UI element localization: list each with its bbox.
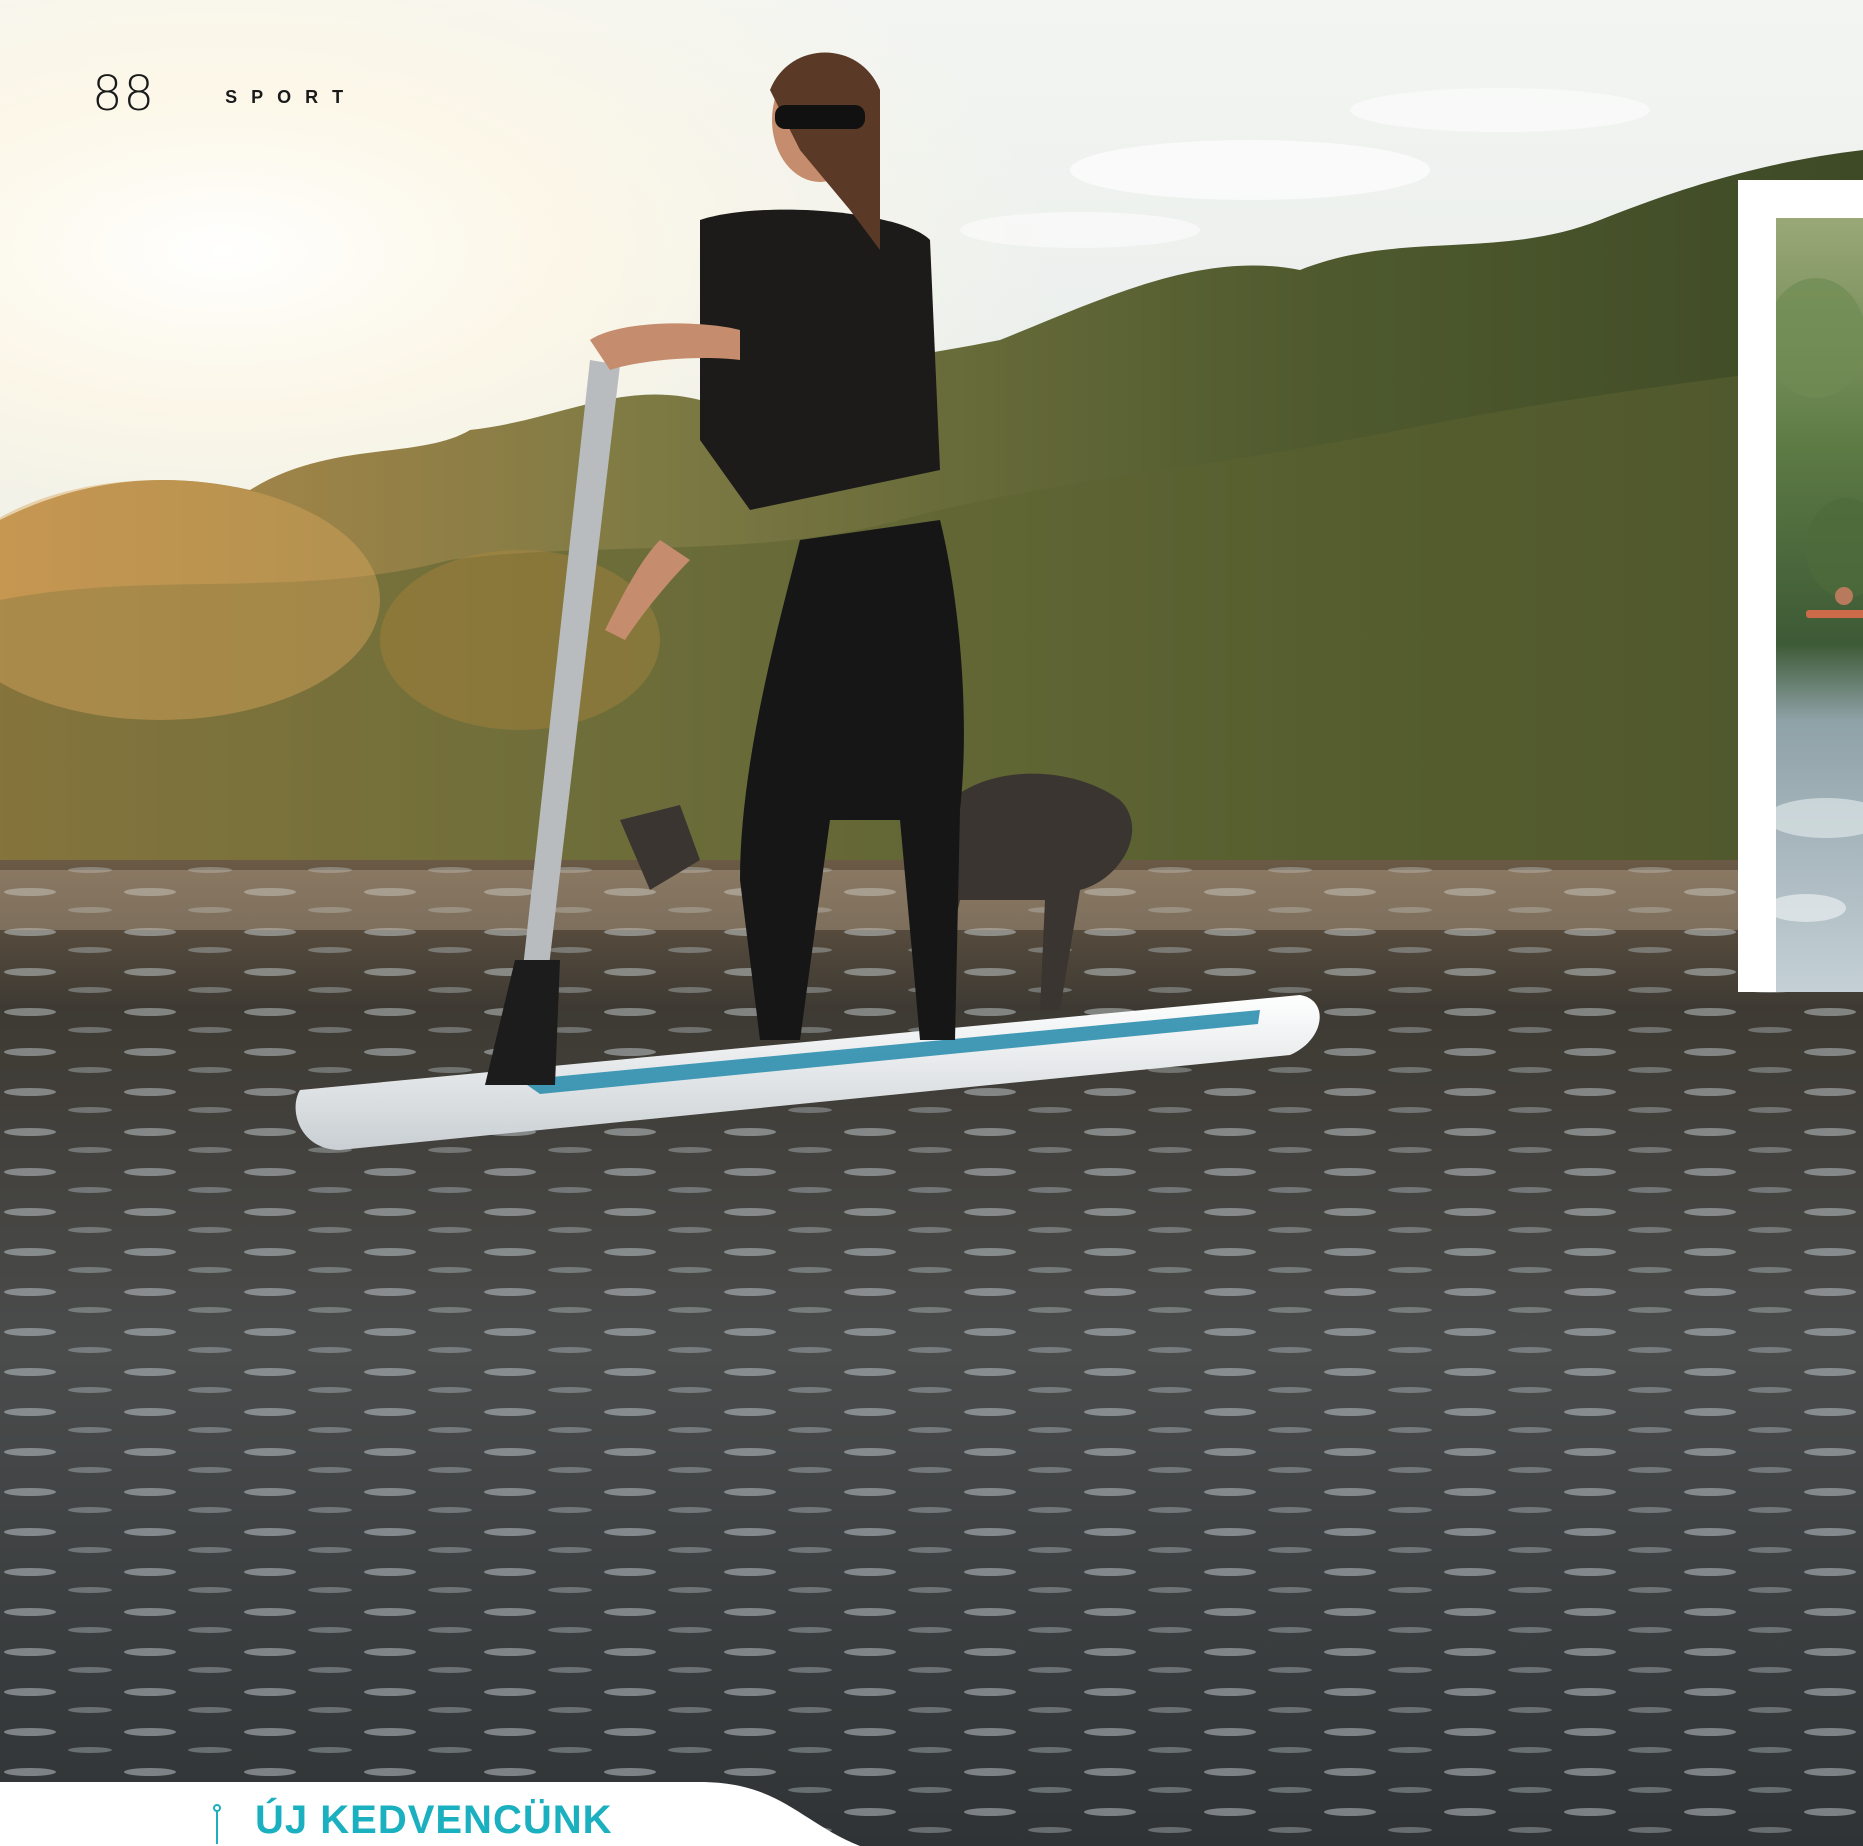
magazine-page: 88 SPORT ÚJ KEDVENCÜNK [0,0,1863,1846]
section-label: SPORT [225,87,358,107]
inset-river-photo [1776,218,1863,992]
tab-title: ÚJ KEDVENCÜNK [255,1798,613,1842]
section-tab: ÚJ KEDVENCÜNK [0,1782,1863,1846]
paddleboard-photo [0,0,1863,1846]
page-header: 88 SPORT [92,70,357,118]
inset-photo-frame [1738,180,1863,992]
pin-icon [213,1804,221,1844]
page-number: 88 [92,66,156,122]
